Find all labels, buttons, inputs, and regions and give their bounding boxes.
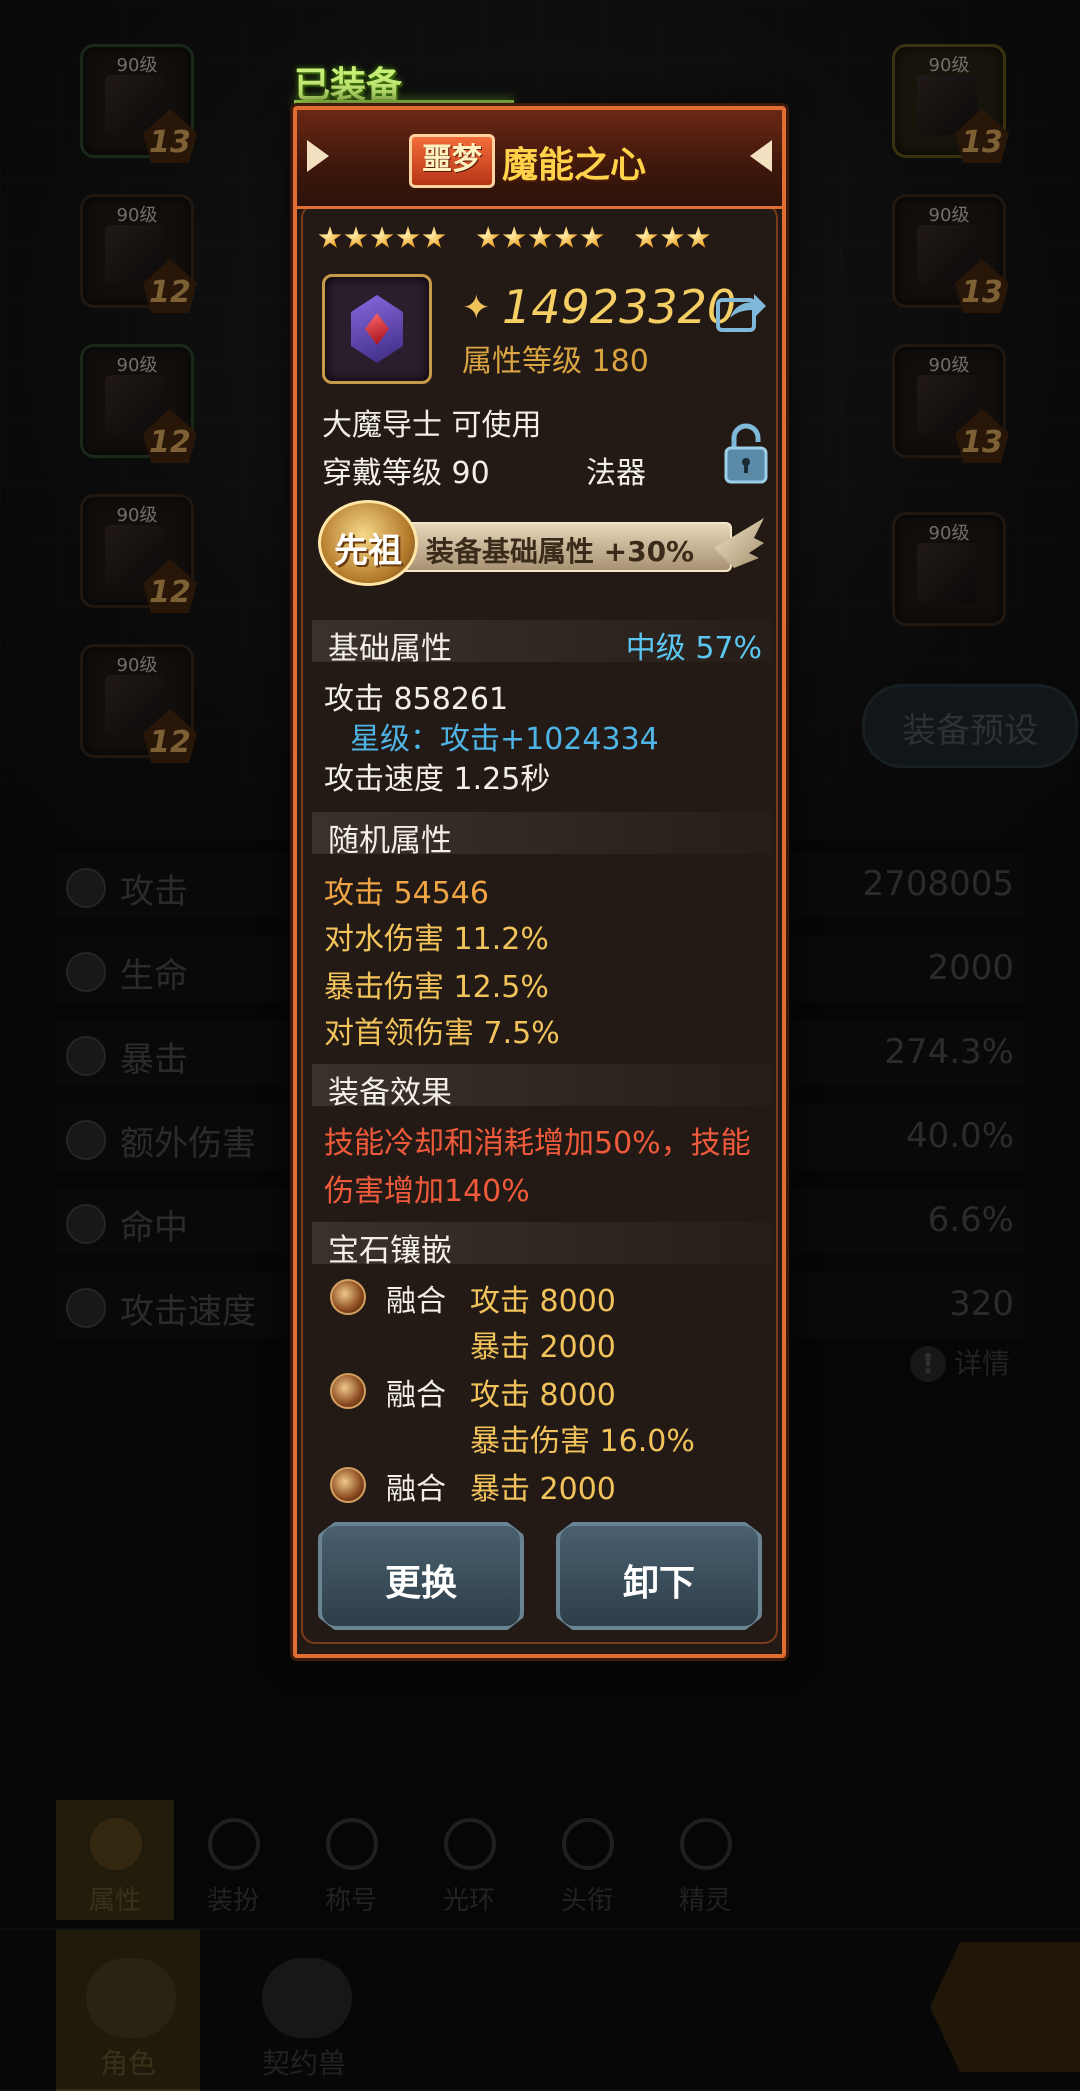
fusion-gem-icon — [330, 1467, 366, 1503]
star-icon — [528, 226, 552, 248]
usable-class: 大魔导士 可使用 — [322, 408, 542, 443]
gem-stat: 攻击 8000 — [470, 1284, 616, 1319]
star-icon — [580, 226, 604, 248]
base-attack-speed: 攻击速度 1.25秒 — [324, 762, 551, 797]
gem-type: 融合 — [386, 1284, 446, 1319]
popup-title-bar: 噩梦 魔能之心 — [297, 110, 782, 209]
star-icon — [686, 226, 710, 248]
section-equipment-effect: 装备效果 — [312, 1064, 772, 1111]
replace-button[interactable]: 更换 — [318, 1522, 524, 1630]
ornament-right-icon — [750, 140, 772, 172]
random-attr: 对首领伤害 7.5% — [324, 1016, 560, 1051]
combat-power-icon: ✦ — [462, 288, 491, 328]
random-attr: 暴击伤害 12.5% — [324, 970, 549, 1005]
quality-grade: 中级 57% — [625, 631, 762, 666]
star-icon — [422, 226, 446, 248]
gem-type: 融合 — [386, 1378, 446, 1413]
gem-stat: 暴击伤害 16.0% — [470, 1424, 695, 1459]
star-icon — [370, 226, 394, 248]
random-attr: 攻击 54546 — [324, 876, 489, 911]
section-base-attributes: 基础属性 中级 57% — [312, 620, 772, 667]
lock-icon[interactable] — [722, 420, 770, 486]
share-icon[interactable] — [716, 288, 768, 332]
ancestor-bonus: 装备基础属性 +30% 先祖 — [318, 500, 764, 586]
combat-power-value: 14923320 — [502, 280, 737, 334]
fusion-gem-icon — [330, 1373, 366, 1409]
wear-level: 穿戴等级 90 — [322, 456, 490, 491]
gem-stat: 暴击 2000 — [470, 1330, 616, 1365]
fusion-gem-icon — [330, 1279, 366, 1315]
attribute-level: 属性等级 180 — [462, 344, 649, 379]
star-bonus: 星级：攻击+1024334 — [350, 722, 659, 757]
ancestor-medal-icon: 先祖 — [318, 500, 418, 586]
star-icon — [318, 226, 342, 248]
gem-type: 融合 — [386, 1472, 446, 1507]
star-icon — [344, 226, 368, 248]
item-name: 魔能之心 — [502, 145, 647, 186]
star-icon — [660, 226, 684, 248]
rarity-badge: 噩梦 — [409, 134, 495, 188]
star-icon — [476, 226, 500, 248]
star-icon — [634, 226, 658, 248]
unequip-button[interactable]: 卸下 — [556, 1522, 762, 1630]
section-random-attributes: 随机属性 — [312, 812, 772, 859]
ornament-left-icon — [307, 140, 329, 172]
gem-stat: 暴击 2000 — [470, 1472, 616, 1507]
gem-stat: 攻击 8000 — [470, 1378, 616, 1413]
star-icon — [502, 226, 526, 248]
equipped-label: 已装备 — [294, 56, 514, 106]
random-attr: 对水伤害 11.2% — [324, 922, 549, 957]
effect-text: 伤害增加140% — [324, 1174, 530, 1209]
star-icon — [554, 226, 578, 248]
base-attack: 攻击 858261 — [324, 682, 509, 717]
item-type: 法器 — [586, 456, 646, 491]
item-icon — [322, 274, 432, 384]
effect-text: 技能冷却和消耗增加50%，技能 — [324, 1126, 751, 1161]
star-rating — [318, 226, 712, 256]
star-icon — [396, 226, 420, 248]
section-gem-sockets: 宝石镶嵌 — [312, 1222, 772, 1269]
